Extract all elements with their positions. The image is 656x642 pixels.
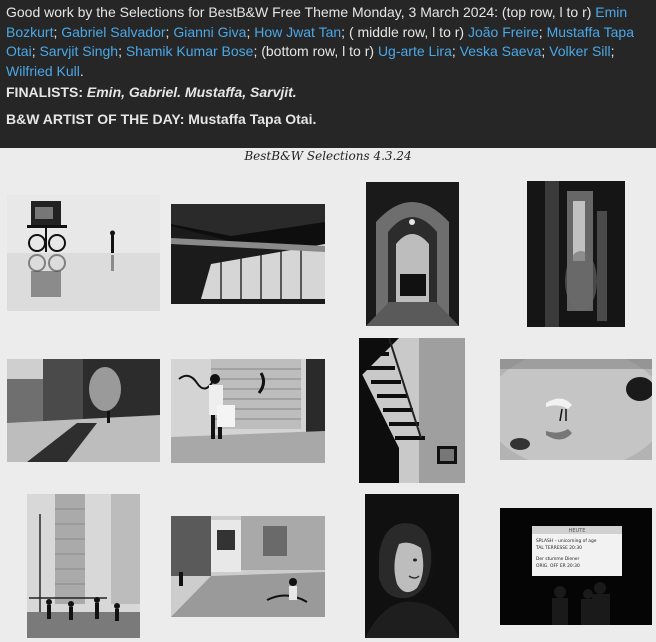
artist-link-gianni-giva[interactable]: Gianni Giva [173,24,246,40]
artist-of-the-day-label: B&W ARTIST OF THE DAY: [6,111,185,127]
photo-emin-bozkurt[interactable] [7,195,160,311]
artist-of-the-day-line: B&W ARTIST OF THE DAY: Mustaffa Tapa Ota… [6,111,316,127]
photo-sarvjit-singh[interactable] [359,338,465,483]
selections-intro: Good work by the Selections for BestB&W … [6,4,634,79]
finalists-names: Emin, Gabriel. Mustaffa, Sarvjit. [86,84,297,100]
artist-link-ug-arte-lira[interactable]: Ug-arte Lira [378,43,452,59]
artist-link-how-jwat-tan[interactable]: How Jwat Tan [254,24,341,40]
finalists-line: FINALISTS: Emin, Gabriel. Mustaffa, Sarv… [6,84,297,100]
artist-link-shamik-kumar-bose[interactable]: Shamik Kumar Bose [126,43,254,59]
photo-mustaffa-tapa-otai[interactable] [171,359,325,463]
artist-link-joao-freire[interactable]: João Freire [468,24,539,40]
photo-wilfried-kull[interactable]: HEUTE SPLASH – unicorning of age TAL TER… [500,508,652,625]
photo-volker-sill[interactable] [365,494,459,638]
post-caption: Good work by the Selections for BestB&W … [0,0,656,148]
photo-veska-saeva[interactable] [171,516,325,617]
screen-line-1: SPLASH – unicorning of age [536,538,597,544]
artist-of-the-day-name: Mustaffa Tapa Otai. [188,111,317,127]
photo-ug-arte-lira[interactable] [27,494,140,638]
artist-link-sarvjit-singh[interactable]: Sarvjit Singh [39,43,118,59]
artist-link-veska-saeva[interactable]: Veska Saeva [460,43,542,59]
artist-link-gabriel-salvador[interactable]: Gabriel Salvador [61,24,165,40]
photo-joao-freire[interactable] [7,359,160,462]
middle-row-label: ( middle row, l to r) [348,23,465,40]
screen-header: HEUTE [569,528,586,534]
photo-gianni-giva[interactable] [366,182,459,326]
screen-line-4: ORIG. OFF ER 20:30 [536,563,580,569]
intro-text: Good work by the Selections for BestB&W … [6,4,592,20]
artist-link-wilfried-kull[interactable]: Wilfried Kull [6,63,80,79]
finalists-label: FINALISTS: [6,84,83,100]
bottom-row-label: (bottom row, l to r) [261,43,375,59]
photo-how-jwat-tan[interactable] [527,181,625,327]
screen-line-2: TAL TERRESSE 20:30 [535,545,582,551]
photo-gabriel-salvador[interactable] [171,204,325,304]
selections-board: BestB&W Selections 4.3.24 HEUTE SPLASH –… [0,148,656,642]
photo-shamik-kumar-bose[interactable] [500,359,652,460]
board-title: BestB&W Selections 4.3.24 [244,149,412,163]
artist-link-volker-sill[interactable]: Volker Sill [549,43,610,59]
screen-line-3: Der stumme Diener [536,556,580,562]
